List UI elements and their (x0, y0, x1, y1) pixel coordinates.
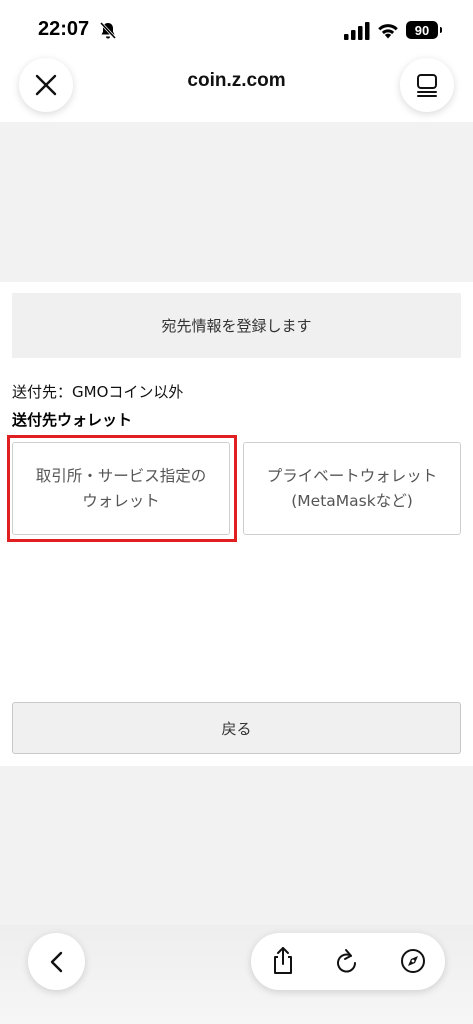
compass-button[interactable] (398, 946, 428, 976)
tabs-button[interactable] (400, 58, 454, 112)
back-button[interactable]: 戻る (12, 702, 461, 754)
destination-text: 送付先：GMOコイン以外 (12, 383, 184, 401)
status-bar: 22:07 90 (0, 0, 473, 56)
browser-back-button[interactable] (28, 933, 85, 990)
wallet-section-label: 送付先ウォレット (12, 411, 133, 429)
option-label-line: (MetaMaskなど) (291, 491, 413, 510)
compass-icon (401, 949, 425, 973)
share-button[interactable] (268, 946, 298, 976)
battery-indicator: 90 (406, 21, 442, 39)
info-banner: 宛先情報を登録します (12, 293, 461, 358)
selection-highlight (7, 435, 237, 542)
battery-level: 90 (414, 22, 430, 38)
wifi-icon (378, 24, 398, 39)
browser-actions (251, 933, 445, 990)
option-label-line: プライベートウォレット (266, 466, 438, 485)
share-icon (274, 947, 292, 974)
tabs-icon (417, 74, 437, 97)
bell-off-icon (99, 21, 117, 40)
signal-icon (344, 22, 370, 40)
reload-button[interactable] (332, 946, 362, 976)
private-wallet-option[interactable]: プライベートウォレット (MetaMaskなど) (243, 442, 461, 535)
wallet-registration-card: 宛先情報を登録します 送付先：GMOコイン以外 送付先ウォレット 取引所・サービ… (0, 282, 473, 766)
reload-icon (337, 949, 356, 973)
chevron-left-icon (50, 951, 62, 972)
browser-header: coin.z.com (0, 56, 473, 122)
status-time: 22:07 (38, 18, 90, 40)
